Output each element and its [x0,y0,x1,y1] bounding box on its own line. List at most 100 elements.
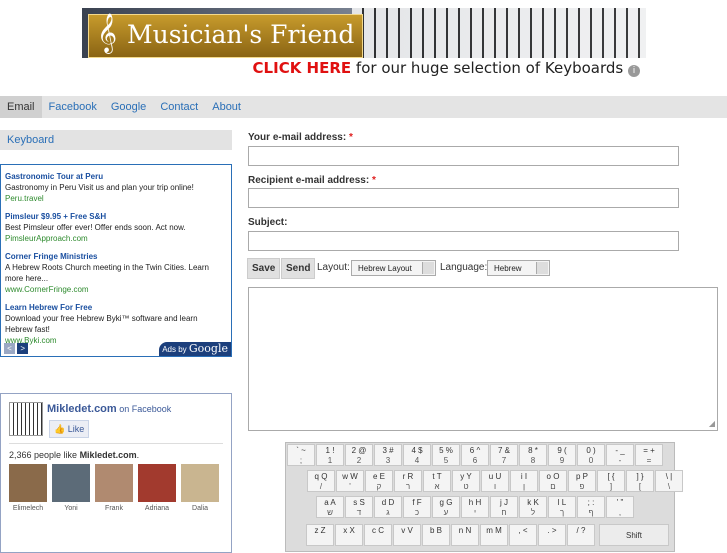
nav-item-about[interactable]: About [205,96,248,118]
layout-select[interactable]: Hebrew Layout [351,260,436,276]
key[interactable]: ; :ף [577,496,605,518]
key[interactable]: w W ' [336,470,364,492]
facebook-page-name[interactable]: Mikledet.com on Facebook [47,403,171,415]
ad-url[interactable]: Peru.travel [5,193,227,204]
recipient-email-label: Recipient e-mail address: * [248,175,376,186]
key[interactable]: g Gע [432,496,460,518]
key[interactable]: [ {] [597,470,625,492]
from-email-label: Your e-mail address: * [248,132,353,143]
fan-face[interactable]: Yoni [52,464,90,512]
key[interactable]: 0 ) 0 [577,444,605,466]
key[interactable]: s Sד [345,496,373,518]
banner-cta: CLICK HERE for our huge selection of Key… [82,58,646,78]
key[interactable]: 5 % 5 [432,444,460,466]
key[interactable]: c C [364,524,392,546]
key[interactable]: ] }[ [626,470,654,492]
fan-face[interactable]: Adriana [138,464,176,512]
ad-title[interactable]: Corner Fringe Ministries [5,251,227,262]
avatar [9,464,47,502]
key[interactable]: 9 (9 [548,444,576,466]
key[interactable]: l Lך [548,496,576,518]
shift-key[interactable]: Shift [599,524,669,546]
prev-arrow-icon[interactable]: < [4,343,15,354]
key[interactable]: 1 ! 1 [316,444,344,466]
key[interactable]: 3 #3 [374,444,402,466]
ad-url[interactable]: PimsleurApproach.com [5,233,227,244]
key[interactable]: 2 @2 [345,444,373,466]
virtual-keyboard: ` ~; 1 ! 1 2 @2 3 #3 4 $4 5 % 5 6 ^ 6 7 & 7 8 * 8 9 (… [285,442,683,552]
ads-by-google-link[interactable]: Ads by Google [159,342,231,356]
key[interactable]: o Oם [539,470,567,492]
key[interactable]: e Eק [365,470,393,492]
treble-clef-icon: 𝄞 [97,13,118,53]
ad-item[interactable]: Pimsleur $9.95 + Free S&H Best Pimsleur … [5,211,227,244]
key[interactable]: / ? [567,524,595,546]
save-button[interactable]: Save [247,258,281,279]
nav-item-google[interactable]: Google [104,96,153,118]
send-button[interactable]: Send [281,258,316,279]
key[interactable]: y Yט [452,470,480,492]
language-label: Language: [440,262,488,273]
key[interactable]: p Pפ [568,470,596,492]
key[interactable]: n N [451,524,479,546]
ad-info-icon[interactable]: i [628,65,640,77]
keyboards-banner-ad[interactable]: 𝄞 Musician's Friend CLICK HERE for our h… [82,8,646,78]
key[interactable]: u Uו [481,470,509,492]
key[interactable]: a Aש [316,496,344,518]
key[interactable]: ' ", [606,496,634,518]
key[interactable]: j Jח [490,496,518,518]
key[interactable]: z Z [306,524,334,546]
key[interactable]: . > [538,524,566,546]
ad-title[interactable]: Learn Hebrew For Free [5,302,227,313]
key[interactable]: \ | \ [655,470,683,492]
key[interactable]: h Hי [461,496,489,518]
key[interactable]: 4 $4 [403,444,431,466]
key[interactable]: f Fכ [403,496,431,518]
nav-item-facebook[interactable]: Facebook [42,96,104,118]
key[interactable]: - _ - [606,444,634,466]
ad-pager: < > [4,343,29,354]
recipient-email-field[interactable] [248,188,679,208]
facebook-like-button[interactable]: 👍 Like [49,420,90,438]
key[interactable]: 7 & 7 [490,444,518,466]
key[interactable]: k Kל [519,496,547,518]
key[interactable]: v V [393,524,421,546]
key[interactable]: = + = [635,444,663,466]
key[interactable]: , < [509,524,537,546]
key[interactable]: t Tא [423,470,451,492]
mikledet-logo[interactable] [9,402,43,436]
key[interactable]: d Dג [374,496,402,518]
ad-url[interactable]: www.CornerFringe.com [5,284,227,295]
ad-description: Gastronomy in Peru Visit us and plan you… [5,183,194,192]
key[interactable]: 8 * 8 [519,444,547,466]
key[interactable]: r Rר [394,470,422,492]
key[interactable]: i Iן [510,470,538,492]
keyboard-tab[interactable]: Keyboard [0,130,232,150]
message-textarea[interactable]: ◢ [248,287,718,431]
avatar [181,464,219,502]
key[interactable]: q Q / [307,470,335,492]
ad-item[interactable]: Corner Fringe Ministries A Hebrew Roots … [5,251,227,295]
ad-description: A Hebrew Roots Church meeting in the Twi… [5,263,209,283]
fan-face[interactable]: Dalia [181,464,219,512]
key[interactable]: ` ~; [287,444,315,466]
language-select[interactable]: Hebrew [487,260,550,276]
ad-title[interactable]: Gastronomic Tour at Peru [5,171,227,182]
nav-item-contact[interactable]: Contact [153,96,205,118]
chevron-down-icon [536,262,548,274]
subject-field[interactable] [248,231,679,251]
key[interactable]: x X [335,524,363,546]
key[interactable]: b B [422,524,450,546]
fan-face[interactable]: Frank [95,464,133,512]
layout-label: Layout: [317,262,350,273]
nav-item-email[interactable]: Email [0,96,42,118]
ad-item[interactable]: Gastronomic Tour at Peru Gastronomy in P… [5,171,227,204]
ad-title[interactable]: Pimsleur $9.95 + Free S&H [5,211,227,222]
resize-grip-icon[interactable]: ◢ [709,419,715,428]
key[interactable]: m M [480,524,508,546]
ad-item[interactable]: Learn Hebrew For Free Download your free… [5,302,227,346]
fan-face[interactable]: Elimelech [9,464,47,512]
next-arrow-icon[interactable]: > [17,343,29,354]
from-email-field[interactable] [248,146,679,166]
key[interactable]: 6 ^ 6 [461,444,489,466]
